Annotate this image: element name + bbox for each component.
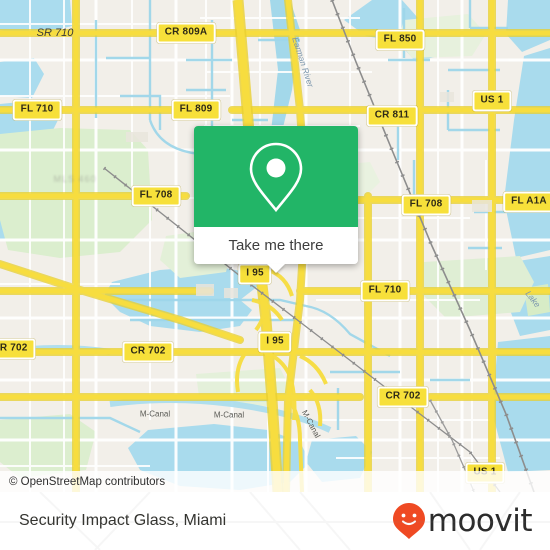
road-shield: US 1: [472, 90, 512, 112]
popup-card-header: [194, 126, 358, 227]
footer-bar: Security Impact Glass, Miami moovit: [0, 492, 550, 550]
map-text-label: M-Canal: [213, 410, 245, 420]
road-shield: CR 702: [377, 386, 429, 408]
moovit-smiley-pin-icon: [392, 503, 425, 539]
road-shield: CR 811: [366, 105, 418, 127]
map-text-label: M-Canal: [139, 409, 171, 419]
moovit-logo[interactable]: moovit: [392, 502, 550, 540]
road-shield: CR 702: [0, 338, 36, 360]
road-shield: FL 708: [131, 185, 181, 207]
map-screenshot-page: CR 809A FL 850 FL 710 FL 809 CR 811 US 1 FL 70…: [0, 0, 550, 550]
road-shield: FL 710: [360, 280, 410, 302]
map-attribution-bar: © OpenStreetMap contributors: [0, 471, 550, 492]
moovit-wordmark: moovit: [427, 502, 533, 539]
road-shield: FL 710: [12, 99, 62, 121]
map-text-label: SR 710: [36, 27, 74, 39]
popup-pointer: [267, 264, 285, 273]
page-title: Security Impact Glass, Miami: [19, 512, 227, 529]
road-shield: FL 809: [171, 99, 221, 121]
map-pin-icon: [249, 142, 303, 212]
road-shield: CR 809A: [156, 22, 216, 44]
popup-card-action[interactable]: Take me there: [194, 227, 358, 273]
map-canvas[interactable]: CR 809A FL 850 FL 710 FL 809 CR 811 US 1 FL 70…: [0, 0, 550, 492]
road-shield: I 95: [258, 331, 292, 353]
road-shield: CR 702: [122, 341, 174, 363]
road-shield: FL 850: [375, 29, 425, 51]
map-text-label: MLS 460: [53, 174, 97, 184]
take-me-there-label: Take me there: [228, 237, 324, 254]
location-popup-card[interactable]: Take me there: [194, 126, 358, 273]
road-shield: FL A1A: [503, 191, 550, 213]
road-shield: FL 708: [401, 194, 451, 216]
attribution-text: © OpenStreetMap contributors: [9, 475, 166, 488]
